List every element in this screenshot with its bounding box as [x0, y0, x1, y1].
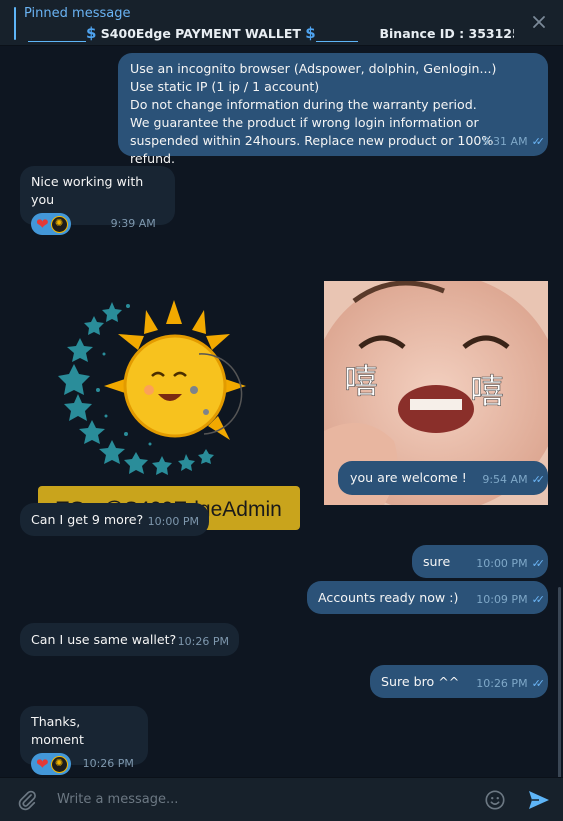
- message-composer: Write a message...: [0, 777, 563, 821]
- pinned-title: Pinned message: [24, 6, 131, 21]
- sticker-s400edge[interactable]: TG : @S400EdgeAdmin: [34, 294, 304, 534]
- message-incoming[interactable]: Can I use same wallet? 10:26 PM: [20, 623, 239, 656]
- message-outgoing[interactable]: Sure bro ^^ 10:26 PM ✓✓: [370, 665, 548, 698]
- chat-history[interactable]: Use an incognito browser (Adspower, dolp…: [0, 47, 563, 817]
- double-check-icon: ✓✓: [531, 557, 546, 570]
- message-outgoing[interactable]: sure 10:00 PM ✓✓: [412, 545, 548, 578]
- pinned-text: $ S400Edge PAYMENT WALLET $ Binance ID :…: [24, 24, 514, 42]
- dollar-icon: $: [305, 24, 316, 42]
- message-outgoing[interactable]: you are welcome ! 9:54 AM ✓✓: [338, 461, 548, 495]
- pinned-accent-bar: [14, 7, 16, 40]
- message-text: Thanks, moment: [31, 714, 84, 747]
- message-incoming[interactable]: Can I get 9 more? 10:00 PM: [20, 503, 209, 536]
- paperclip-icon[interactable]: [16, 789, 38, 811]
- pinned-binance-id: Binance ID : 353125072 ...: [379, 26, 514, 41]
- close-icon[interactable]: [529, 12, 549, 32]
- message-text-line: Use static IP (1 ip / 1 account): [130, 79, 320, 94]
- message-text-line: We guarantee the product if wrong login …: [130, 115, 494, 166]
- message-time: 10:09 PM: [476, 593, 528, 606]
- underline-placeholder: [315, 28, 358, 42]
- message-text-line: Do not change information during the war…: [130, 97, 477, 112]
- message-time: 9:31 AM: [482, 135, 528, 148]
- heart-icon: ❤: [36, 754, 49, 773]
- dollar-icon: $: [86, 24, 97, 42]
- message-incoming[interactable]: Nice working with you ❤ ✺ 9:39 AM: [20, 166, 175, 235]
- message-incoming[interactable]: Thanks, moment ❤ ✺ 10:26 PM: [20, 706, 148, 775]
- underline-placeholder: [28, 28, 86, 42]
- message-time: 10:26 PM: [177, 635, 229, 648]
- message-time: 9:54 AM: [482, 473, 528, 486]
- message-text: you are welcome !: [350, 470, 467, 485]
- message-time: 10:26 PM: [476, 677, 528, 690]
- double-check-icon: ✓✓: [531, 135, 546, 148]
- emoji-icon[interactable]: [484, 789, 506, 811]
- message-text-line: Use an incognito browser (Adspower, dolp…: [130, 61, 497, 76]
- message-outgoing[interactable]: Accounts ready now :) 10:09 PM ✓✓: [307, 581, 548, 614]
- message-time: 10:00 PM: [476, 557, 528, 570]
- double-check-icon: ✓✓: [531, 593, 546, 606]
- pinned-message-bar[interactable]: Pinned message $ S400Edge PAYMENT WALLET…: [0, 0, 563, 46]
- message-text: Sure bro ^^: [381, 674, 460, 689]
- message-outgoing[interactable]: Use an incognito browser (Adspower, dolp…: [118, 53, 548, 166]
- message-text: Can I get 9 more?: [31, 512, 144, 527]
- message-input[interactable]: Write a message...: [57, 792, 178, 807]
- avatar: ✺: [50, 755, 68, 773]
- photo-caption-left: 嘻: [344, 362, 378, 402]
- pinned-wallet-label: S400Edge PAYMENT WALLET: [100, 26, 301, 41]
- message-time: 10:00 PM: [147, 515, 199, 528]
- message-time: 10:26 PM: [82, 757, 134, 770]
- message-text: Nice working with you: [31, 174, 144, 207]
- photo-caption-right: 嘻: [470, 372, 504, 412]
- message-time: 9:39 AM: [110, 217, 156, 230]
- heart-icon: ❤: [36, 214, 49, 233]
- message-text: Can I use same wallet?: [31, 632, 177, 647]
- double-check-icon: ✓✓: [531, 473, 546, 486]
- double-check-icon: ✓✓: [531, 677, 546, 690]
- message-text: Accounts ready now :): [318, 590, 459, 605]
- reaction-chip[interactable]: ❤ ✺: [31, 753, 71, 775]
- avatar: ✺: [50, 215, 68, 233]
- message-text: sure: [423, 554, 451, 569]
- send-icon[interactable]: [527, 789, 551, 811]
- reaction-chip[interactable]: ❤ ✺: [31, 213, 71, 235]
